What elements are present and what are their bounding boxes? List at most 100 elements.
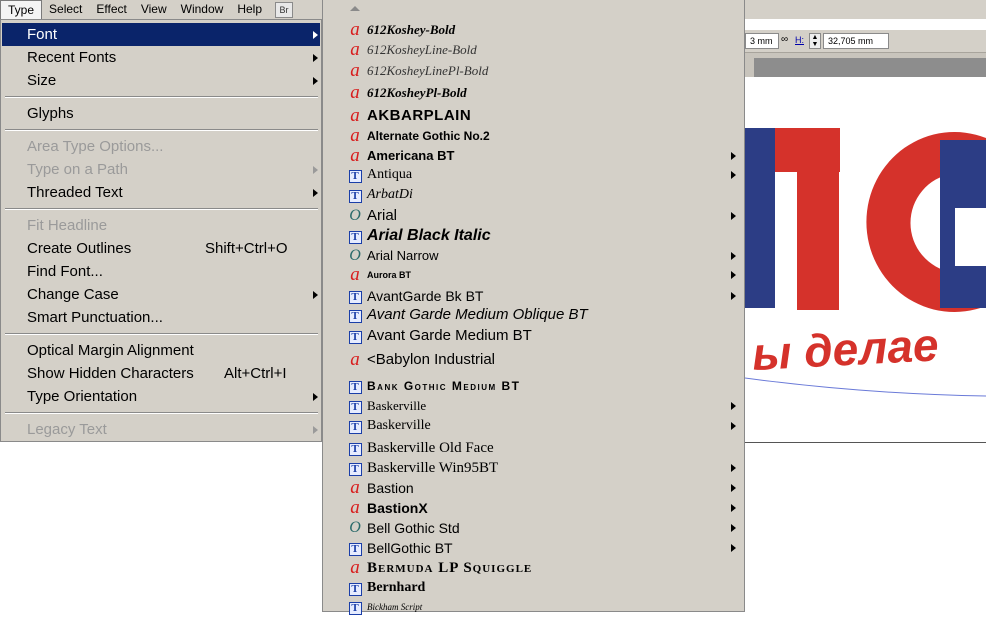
submenu-arrow-icon [313, 77, 318, 85]
link-proportions-icon[interactable]: ∞ [781, 34, 788, 45]
font-item[interactable]: a <Babylon Industrial [323, 350, 744, 370]
menu-item-label: Optical Margin Alignment [27, 342, 194, 359]
font-item[interactable]: T ArbatDi [323, 185, 744, 205]
menu-item-font[interactable]: Font [2, 23, 320, 46]
font-item[interactable]: a Alternate Gothic No.2 [323, 126, 744, 146]
font-item[interactable]: a Bermuda LP Squiggle [323, 558, 744, 578]
menu-item-label: Area Type Options... [27, 138, 164, 155]
font-item[interactable]: a 612KosheyPl-Bold [323, 83, 744, 103]
artwork[interactable]: ы делае [745, 78, 986, 442]
menu-item-glyphs[interactable]: Glyphs [2, 102, 320, 125]
font-item[interactable]: a Aurora BT [323, 265, 744, 285]
menu-item-size[interactable]: Size [2, 69, 320, 92]
submenu-arrow-icon [313, 54, 318, 62]
font-item[interactable]: T BellGothic BT [323, 538, 744, 558]
font-item[interactable]: T AvantGarde Bk BT [323, 286, 744, 306]
menu-effect[interactable]: Effect [89, 0, 133, 19]
font-item[interactable]: a BastionX [323, 498, 744, 518]
menu-window[interactable]: Window [174, 0, 231, 19]
font-item-name: Arial [367, 207, 398, 224]
menu-item-label: Size [27, 72, 57, 89]
font-item[interactable]: T Baskerville [323, 396, 744, 416]
font-item[interactable]: a 612Koshey-Bold [323, 20, 744, 40]
truetype-font-icon: T [348, 165, 362, 186]
font-item-name: 612KosheyLine-Bold [367, 42, 477, 57]
truetype-font-icon: T [348, 416, 362, 437]
menu-separator [5, 333, 318, 335]
menu-item-type-on-a-path: Type on a Path [2, 158, 320, 181]
menu-item-label: Glyphs [27, 105, 74, 122]
menu-item-shortcut: Shift+Ctrl+O [205, 240, 288, 257]
font-item-name: 612KosheyPl-Bold [367, 85, 467, 100]
font-item[interactable]: a Americana BT [323, 146, 744, 166]
menu-item-label: Recent Fonts [27, 49, 117, 66]
menu-item-smart-punctuation[interactable]: Smart Punctuation... [2, 306, 320, 329]
font-submenu: a 612Koshey-Bold a 612KosheyLine-Bold a … [322, 0, 745, 615]
font-item[interactable]: T Bank Gothic Medium BT [323, 376, 744, 396]
truetype-font-icon: T [348, 538, 362, 559]
submenu-arrow-icon [731, 212, 736, 220]
submenu-arrow-icon [731, 484, 736, 492]
font-item[interactable]: O Arial [323, 206, 744, 226]
menu-item-label: Create Outlines [27, 240, 132, 257]
scroll-up-arrow-icon[interactable] [350, 6, 360, 11]
menu-item-shortcut: Alt+Ctrl+I [224, 365, 287, 382]
truetype-font-icon: T [348, 286, 362, 307]
truetype-font-icon: T [348, 185, 362, 206]
opentype-font-icon: a [350, 82, 360, 103]
submenu-arrow-icon [731, 402, 736, 410]
menu-item-create-outlines[interactable]: Create Outlines Shift+Ctrl+O [2, 237, 320, 260]
font-item-name: Avant Garde Medium Oblique BT [367, 306, 588, 323]
font-item[interactable]: T Bickham Script [323, 597, 744, 617]
font-item[interactable]: a 612KosheyLinePl-Bold [323, 61, 744, 81]
height-field[interactable]: 32,705 mm [823, 33, 889, 49]
font-item[interactable]: T Arial Black Italic [323, 226, 744, 246]
font-item-name: Bermuda LP Squiggle [367, 560, 533, 576]
menu-view[interactable]: View [134, 0, 174, 19]
menu-item-find-font[interactable]: Find Font... [2, 260, 320, 283]
menu-item-label: Type Orientation [27, 388, 138, 405]
menu-item-recent-fonts[interactable]: Recent Fonts [2, 46, 320, 69]
menu-separator [5, 129, 318, 131]
submenu-arrow-icon [731, 544, 736, 552]
menu-item-change-case[interactable]: Change Case [2, 283, 320, 306]
font-item[interactable]: T Avant Garde Medium Oblique BT [323, 305, 744, 325]
submenu-arrow-icon [731, 464, 736, 472]
menu-type[interactable]: Type [0, 0, 43, 19]
font-item[interactable]: T Baskerville Old Face [323, 438, 744, 458]
font-item-name: Alternate Gothic No.2 [367, 129, 490, 143]
artwork-blue-shape-left [745, 128, 775, 308]
truetype-font-icon: T [348, 458, 362, 479]
width-field[interactable]: 3 mm [745, 33, 779, 49]
menu-item-show-hidden-characters[interactable]: Show Hidden Characters Alt+Ctrl+I [2, 362, 320, 385]
menu-select[interactable]: Select [42, 0, 89, 19]
font-item-name: ArbatDi [367, 187, 413, 202]
artwork-inner-cutout [955, 208, 986, 266]
menu-item-optical-margin-alignment[interactable]: Optical Margin Alignment [2, 339, 320, 362]
font-item[interactable]: a AKBARPLAIN [323, 106, 744, 126]
artwork-text: ы делае [751, 318, 940, 380]
font-item[interactable]: T Avant Garde Medium BT [323, 326, 744, 346]
artwork-baseline-path [745, 377, 986, 397]
font-item-name: Antiqua [367, 167, 413, 182]
height-stepper[interactable]: ▲ ▼ [809, 33, 821, 49]
font-item-name: Arial Narrow [367, 248, 439, 263]
menu-item-threaded-text[interactable]: Threaded Text [2, 181, 320, 204]
font-item-name: AvantGarde Bk BT [367, 288, 484, 304]
font-item[interactable]: T Baskerville Win95BT [323, 458, 744, 478]
opentype-font-icon: a [350, 557, 360, 578]
font-item[interactable]: O Bell Gothic Std [323, 518, 744, 538]
font-item[interactable]: a Bastion [323, 478, 744, 498]
menu-item-label: Smart Punctuation... [27, 309, 163, 326]
menu-item-label: Change Case [27, 286, 119, 303]
font-item[interactable]: O Arial Narrow [323, 246, 744, 266]
font-item[interactable]: a 612KosheyLine-Bold [323, 40, 744, 60]
font-item-name: AKBARPLAIN [367, 107, 472, 124]
bridge-button[interactable]: Br [275, 1, 294, 18]
menu-help[interactable]: Help [230, 0, 269, 19]
font-item[interactable]: T Bernhard [323, 578, 744, 598]
menu-item-type-orientation[interactable]: Type Orientation [2, 385, 320, 408]
control-bar: 3 mm ∞ H: ▲ ▼ 32,705 mm [745, 30, 986, 53]
font-item[interactable]: T Antiqua [323, 165, 744, 185]
font-item[interactable]: T Baskerville [323, 416, 744, 436]
